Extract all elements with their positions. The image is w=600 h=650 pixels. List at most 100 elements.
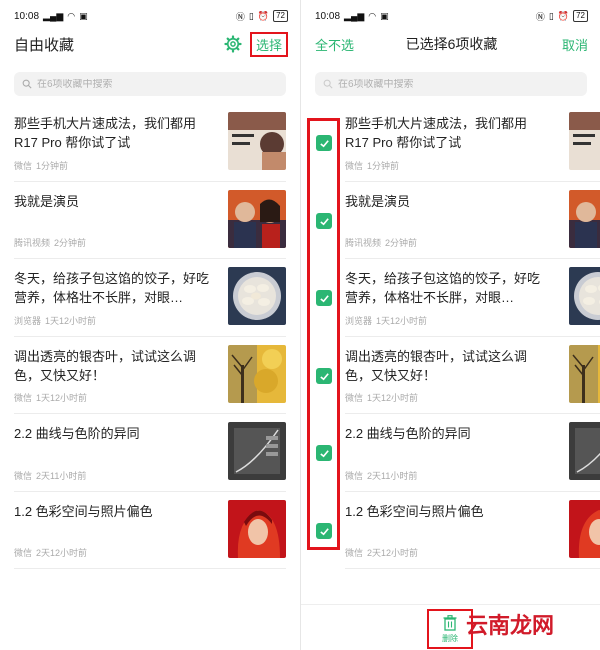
item-time: 1天12小时前 <box>367 393 419 403</box>
list-item[interactable]: 那些手机大片速成法，我们都用R17 Pro 帮你试了试 微信 1分钟前 <box>345 104 600 182</box>
wifi-icon: ◠ <box>368 10 377 21</box>
item-time: 1天12小时前 <box>36 393 88 403</box>
thumb-actors <box>228 189 286 248</box>
item-meta: 腾讯视频 2分钟前 <box>345 236 417 249</box>
list-item[interactable]: 调出透亮的银杏叶，试试这么调色，又快又好！ 微信 1天12小时前 <box>14 337 286 414</box>
list-item[interactable]: 2.2 曲线与色阶的异同 微信 2天11小时前 <box>14 414 286 492</box>
checkbox-checked[interactable] <box>316 135 332 151</box>
status-bar: 10:08 ▂▄▆ ◠ ▣ Ⓝ ▯ ⏰ 72 <box>14 8 288 24</box>
selection-checkbox-column <box>307 118 340 550</box>
item-meta: 微信 2天11小时前 <box>345 469 417 482</box>
checkbox-checked[interactable] <box>316 368 332 384</box>
item-time: 2分钟前 <box>385 238 418 248</box>
clock: 10:08 <box>14 10 40 22</box>
list-item[interactable]: 冬天，给孩子包这馅的饺子，好吃营养，体格壮不长胖，对眼… 浏览器 1天12小时前 <box>14 259 286 337</box>
item-title: 2.2 曲线与色阶的异同 <box>14 426 140 441</box>
checkbox-checked[interactable] <box>316 445 332 461</box>
check-icon <box>319 294 329 302</box>
thumb-actors <box>569 189 600 248</box>
list-item[interactable]: 1.2 色彩空间与照片偏色 微信 2天12小时前 <box>345 492 600 569</box>
item-source: 微信 <box>345 160 364 171</box>
status-bar: 10:08 ▂▄▆ ◠ ▣ Ⓝ ▯ ⏰ 72 <box>315 8 588 24</box>
right-screen: 10:08 ▂▄▆ ◠ ▣ Ⓝ ▯ ⏰ 72 全不选 已选择6项收藏 取消 那些… <box>300 0 600 650</box>
item-time: 2天12小时前 <box>367 548 419 558</box>
item-meta: 微信 1天12小时前 <box>14 391 87 404</box>
search-icon <box>323 79 333 89</box>
item-title: 冬天，给孩子包这馅的饺子，好吃营养，体格壮不长胖，对眼… <box>14 271 210 305</box>
selected-count-title: 已选择6项收藏 <box>405 36 498 52</box>
notification-icon: ▣ <box>79 10 88 21</box>
item-time: 1分钟前 <box>36 160 69 171</box>
thumb-ginkgo <box>228 344 286 403</box>
item-title: 2.2 曲线与色阶的异同 <box>345 426 471 441</box>
list-item[interactable]: 冬天，给孩子包这馅的饺子，好吃营养，体格壮不长胖，对眼… 浏览器 1天12小时前 <box>345 259 600 337</box>
list-item[interactable]: 2.2 曲线与色阶的异同 微信 2天11小时前 <box>345 414 600 492</box>
left-screen: 10:08 ▂▄▆ ◠ ▣ Ⓝ ▯ ⏰ 72 自由收藏 选择 在6项收藏中搜索 … <box>0 0 300 650</box>
thumb-ginkgo <box>569 344 600 403</box>
item-time: 1天12小时前 <box>45 315 97 326</box>
header: 自由收藏 选择 <box>14 30 288 58</box>
list-item[interactable]: 1.2 色彩空间与照片偏色 微信 2天12小时前 <box>14 492 286 569</box>
item-time: 2天12小时前 <box>36 548 88 558</box>
item-title: 冬天，给孩子包这馅的饺子，好吃营养，体格壮不长胖，对眼… <box>345 271 541 305</box>
item-time: 1天12小时前 <box>376 315 428 326</box>
item-source: 微信 <box>345 470 364 481</box>
item-meta: 浏览器 1天12小时前 <box>14 314 96 327</box>
list-item[interactable]: 我就是演员 腾讯视频 2分钟前 <box>345 182 600 259</box>
favorites-list-selectable: 那些手机大片速成法，我们都用R17 Pro 帮你试了试 微信 1分钟前 我就是演员… <box>301 104 600 569</box>
trash-icon <box>443 614 457 631</box>
search-input[interactable] <box>338 78 558 90</box>
notification-icon: ▣ <box>380 10 389 21</box>
deselect-all-button[interactable]: 全不选 <box>315 35 354 54</box>
item-time: 2分钟前 <box>54 238 87 248</box>
item-source: 微信 <box>14 160 33 171</box>
check-icon <box>319 139 329 147</box>
clock: 10:08 <box>315 10 341 22</box>
item-meta: 微信 1分钟前 <box>14 159 68 172</box>
watermark-logo: 云南龙网 <box>466 614 555 639</box>
checkbox-checked[interactable] <box>316 290 332 306</box>
vibrate-icon: ▯ <box>548 10 554 21</box>
item-meta: 浏览器 1天12小时前 <box>345 314 427 327</box>
list-item[interactable]: 那些手机大片速成法，我们都用R17 Pro 帮你试了试 微信 1分钟前 <box>14 104 286 182</box>
item-meta: 腾讯视频 2分钟前 <box>14 236 86 249</box>
delete-label: 删除 <box>442 633 458 643</box>
vibrate-icon: ▯ <box>248 10 254 21</box>
item-time: 1分钟前 <box>367 160 400 171</box>
item-meta: 微信 1天12小时前 <box>345 391 418 404</box>
item-title: 我就是演员 <box>14 193 80 209</box>
favorites-list: 那些手机大片速成法，我们都用R17 Pro 帮你试了试 微信 1分钟前 我就是演员… <box>0 104 300 569</box>
signal-icon: ▂▄▆ <box>344 10 365 21</box>
item-source: 微信 <box>345 548 364 558</box>
gear-icon[interactable] <box>224 35 242 53</box>
item-title: 调出透亮的银杏叶，试试这么调色，又快又好！ <box>14 348 197 383</box>
signal-icon: ▂▄▆ <box>43 10 64 21</box>
nfc-icon: Ⓝ <box>235 11 245 22</box>
search-input[interactable] <box>37 78 257 90</box>
page-title: 自由收藏 <box>14 36 75 54</box>
item-time: 2天11小时前 <box>36 470 87 481</box>
search-bar[interactable] <box>14 72 286 96</box>
search-bar[interactable] <box>315 72 587 96</box>
header: 全不选 已选择6项收藏 取消 <box>315 30 588 58</box>
item-title: 1.2 色彩空间与照片偏色 <box>345 503 484 519</box>
list-item[interactable]: 调出透亮的银杏叶，试试这么调色，又快又好！ 微信 1天12小时前 <box>345 337 600 414</box>
checkbox-checked[interactable] <box>316 213 332 229</box>
thumb-color-space <box>569 499 600 558</box>
bottom-action-bar: 删除 <box>301 604 600 650</box>
item-meta: 微信 2天12小时前 <box>345 546 418 559</box>
item-source: 微信 <box>14 393 33 403</box>
checkbox-checked[interactable] <box>316 523 332 539</box>
select-button[interactable]: 选择 <box>249 31 288 57</box>
search-icon <box>22 79 32 89</box>
item-meta: 微信 2天11小时前 <box>14 469 86 482</box>
item-source: 腾讯视频 <box>14 238 51 248</box>
alarm-icon: ⏰ <box>257 10 270 21</box>
item-source: 浏览器 <box>14 315 42 326</box>
list-item[interactable]: 我就是演员 腾讯视频 2分钟前 <box>14 182 286 259</box>
item-title: 调出透亮的银杏叶，试试这么调色，又快又好！ <box>345 348 528 383</box>
cancel-button[interactable]: 取消 <box>562 35 588 54</box>
check-icon <box>319 372 329 380</box>
item-source: 微信 <box>345 393 364 403</box>
alarm-icon: ⏰ <box>557 10 570 21</box>
